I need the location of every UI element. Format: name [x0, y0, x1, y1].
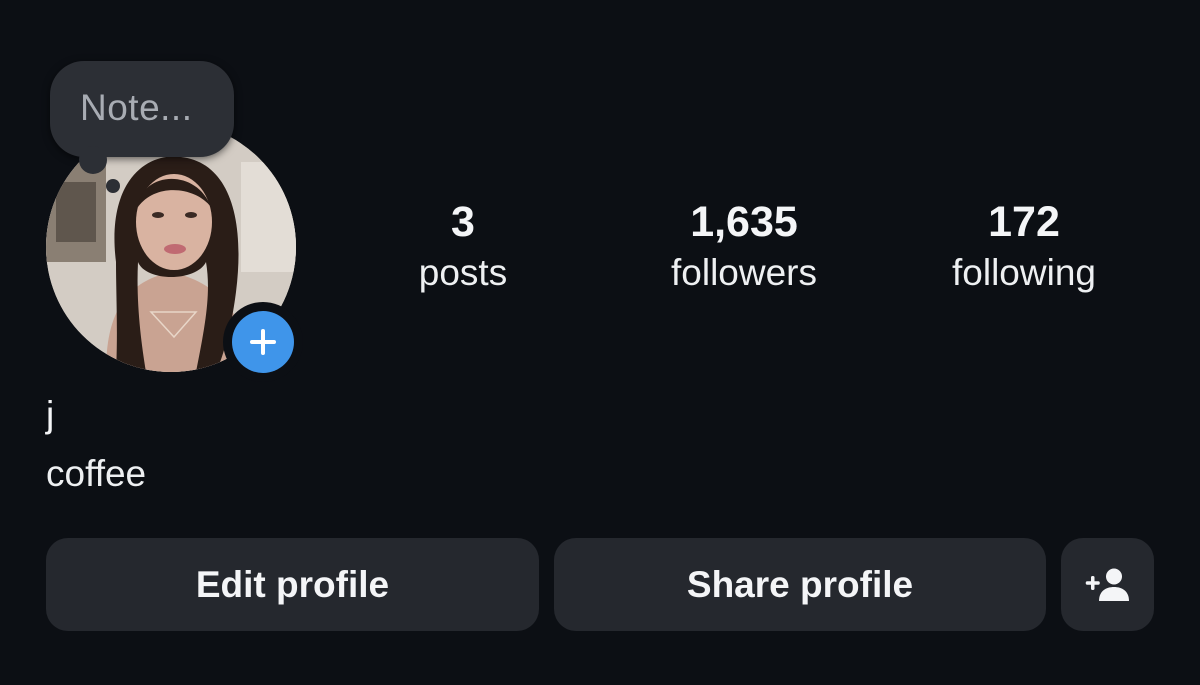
profile-name: j	[46, 394, 55, 435]
note-tail-dot-small	[106, 179, 120, 193]
followers-label: followers	[671, 252, 817, 293]
followers-stat[interactable]: 1,635 followers	[624, 196, 864, 298]
top-edge	[0, 0, 1200, 6]
following-label: following	[952, 252, 1096, 293]
posts-stat[interactable]: 3 posts	[343, 196, 583, 298]
posts-count: 3	[451, 198, 475, 246]
discover-people-button[interactable]	[1061, 538, 1154, 631]
note-tail-dot-large	[79, 146, 107, 174]
posts-label: posts	[418, 252, 508, 293]
profile-bio: coffee	[46, 453, 147, 494]
note-bubble[interactable]: Note...	[50, 61, 234, 157]
followers-count: 1,635	[690, 198, 798, 246]
add-person-icon	[1085, 568, 1129, 601]
add-story-circle	[232, 311, 294, 373]
following-stat[interactable]: 172 following	[904, 196, 1144, 298]
note-placeholder: Note...	[80, 87, 193, 128]
edit-profile-button[interactable]: Edit profile	[46, 538, 539, 631]
add-story-button[interactable]	[223, 302, 303, 382]
following-count: 172	[988, 198, 1060, 246]
plus-icon	[250, 329, 276, 355]
share-profile-button[interactable]: Share profile	[554, 538, 1046, 631]
profile-header: Note... 3 posts 1,635 followers 172 foll…	[0, 0, 1200, 685]
